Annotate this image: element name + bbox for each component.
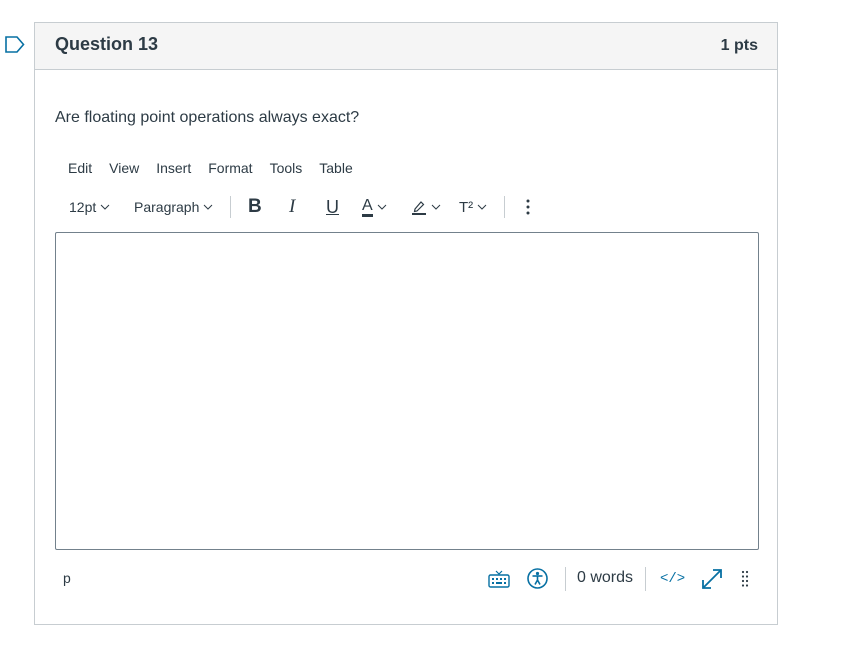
bold-icon: B — [248, 196, 262, 217]
flag-question-icon[interactable] — [5, 36, 25, 53]
html-editor-button[interactable]: </> — [660, 571, 685, 587]
statusbar-divider — [645, 567, 646, 591]
editor-statusbar: p 0 words </> — [55, 561, 759, 597]
italic-button[interactable]: I — [289, 193, 295, 221]
bold-button[interactable]: B — [248, 193, 262, 221]
menu-edit[interactable]: Edit — [67, 160, 93, 180]
underline-icon: U — [326, 196, 339, 217]
question-card: Question 13 1 pts Are floating point ope… — [34, 22, 778, 625]
accessibility-icon[interactable] — [527, 568, 548, 589]
block-format-value: Paragraph — [134, 199, 200, 215]
chevron-down-icon — [204, 204, 213, 210]
resize-handle-icon[interactable] — [741, 570, 749, 588]
element-path[interactable]: p — [63, 570, 71, 586]
question-header: Question 13 1 pts — [35, 23, 777, 70]
text-color-icon: A — [362, 197, 373, 217]
menu-tools[interactable]: Tools — [269, 160, 304, 180]
block-format-dropdown[interactable]: Paragraph — [134, 193, 213, 221]
statusbar-divider — [565, 567, 566, 591]
text-color-button[interactable]: A — [362, 193, 387, 221]
question-title: Question 13 — [55, 34, 159, 54]
underline-button[interactable]: U — [326, 193, 339, 221]
chevron-down-icon — [377, 204, 387, 210]
chevron-down-icon — [431, 204, 441, 210]
menu-table[interactable]: Table — [318, 160, 353, 180]
word-count[interactable]: 0 words — [577, 569, 633, 587]
menu-format[interactable]: Format — [207, 160, 253, 180]
highlight-pen-icon — [412, 201, 426, 215]
editor-menubar: Edit View Insert Format Tools Table — [55, 160, 369, 180]
question-points: 1 pts — [720, 37, 758, 54]
editor-toolbar: 12pt Paragraph B I U A T² — [55, 193, 755, 221]
rich-text-editor-area[interactable] — [55, 232, 759, 550]
menu-view[interactable]: View — [108, 160, 140, 180]
keyboard-icon[interactable] — [488, 570, 510, 588]
chevron-down-icon — [477, 204, 487, 210]
chevron-down-icon — [100, 204, 110, 210]
italic-icon: I — [289, 196, 296, 217]
font-size-value: 12pt — [69, 199, 97, 215]
toolbar-divider — [504, 196, 505, 218]
superscript-button[interactable]: T² — [459, 193, 487, 221]
toolbar-divider — [230, 196, 231, 218]
superscript-icon: T² — [459, 198, 474, 216]
question-text: Are floating point operations always exa… — [55, 109, 360, 126]
more-icon — [526, 199, 530, 215]
fullscreen-icon[interactable] — [701, 568, 723, 590]
highlight-color-button[interactable] — [411, 193, 441, 221]
more-button[interactable] — [526, 193, 530, 221]
menu-insert[interactable]: Insert — [155, 160, 192, 180]
font-size-dropdown[interactable]: 12pt — [69, 193, 110, 221]
